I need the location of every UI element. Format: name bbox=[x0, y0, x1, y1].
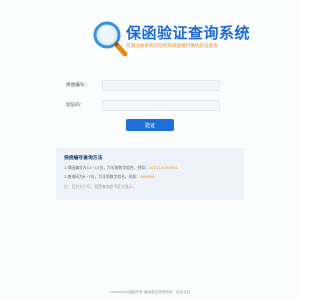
instruction-line-1: 1.保函编号为12~13位，为半角数字组合。例如：202110000001 bbox=[64, 165, 178, 171]
instructions-panel: 保函编号查询方法 1.保函编号为12~13位，为半角数字组合。例如：202110… bbox=[56, 148, 244, 200]
instruction-line-1-example: 202110000001 bbox=[148, 165, 178, 170]
instructions-title: 保函编号查询方法 bbox=[64, 156, 103, 161]
instruction-line-2-example: 969696 bbox=[140, 174, 155, 179]
instruction-line-2: 2.查询码为6~7位，为半角数字组合。例如：969696 bbox=[64, 174, 155, 180]
site-title: 保函验证查询系统 bbox=[126, 24, 251, 42]
footer-copyright: Copyright 版权所有 保函验证查询系统 · 技术支持 bbox=[109, 290, 191, 294]
verification-code-input[interactable] bbox=[102, 100, 220, 111]
instruction-line-2-text: 2.查询码为6~7位，为半角数字组合。例如： bbox=[64, 174, 141, 179]
instruction-note: 注：区分大小写，但是查询会不区分显示。 bbox=[64, 184, 137, 189]
guarantee-number-label: 保函编号： bbox=[66, 83, 89, 88]
instruction-line-1-text: 1.保函编号为12~13位，为半角数字组合。例如： bbox=[64, 165, 149, 170]
guarantee-number-row: 保函编号： bbox=[66, 80, 226, 92]
guarantee-number-input[interactable] bbox=[102, 80, 220, 91]
site-subtitle: 可通过本系统对您所开保函进行真伪验证查询 bbox=[126, 44, 218, 49]
verification-code-row: 验证码： bbox=[66, 100, 226, 112]
verify-button[interactable]: 验证 bbox=[126, 119, 174, 131]
magnifier-logo-icon bbox=[93, 21, 128, 57]
verification-code-label: 验证码： bbox=[66, 103, 85, 108]
